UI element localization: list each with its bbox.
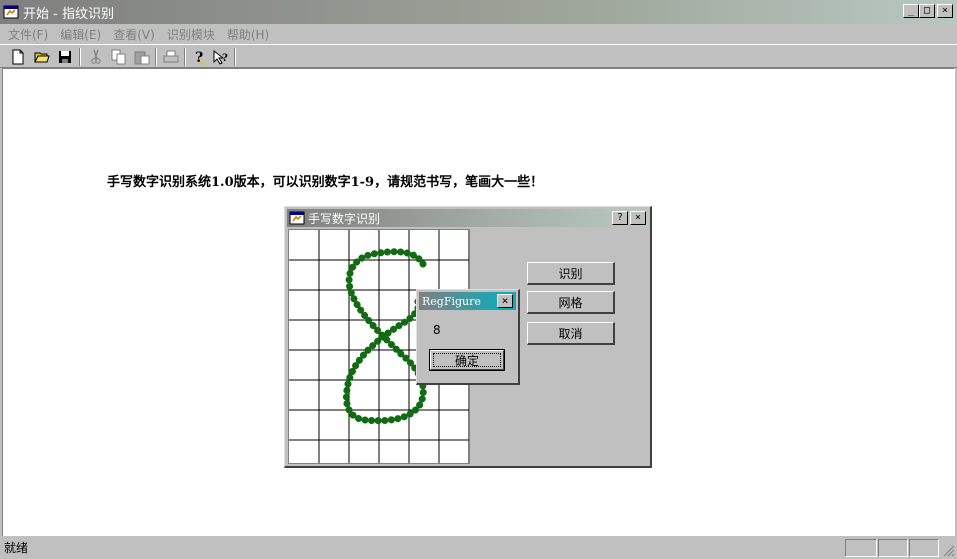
maximize-button[interactable]: □ (919, 4, 935, 18)
result-message-box: RegFigure × 8 确定 (416, 289, 520, 385)
paste-icon[interactable] (132, 47, 152, 67)
cancel-button[interactable]: 取消 (527, 322, 615, 345)
recognition-result: 8 (433, 323, 441, 337)
new-file-icon[interactable] (8, 47, 28, 67)
menu-bar: 文件(F) 编辑(E) 查看(V) 识别模块 帮助(H) (0, 24, 957, 44)
status-pane (909, 539, 939, 557)
grid-button[interactable]: 网格 (527, 291, 615, 314)
message-box-close-button[interactable]: × (497, 294, 513, 308)
dialog-title-bar[interactable]: 手写数字识别 ? × (287, 209, 648, 227)
toolbar: ? ? (0, 44, 957, 68)
menu-file[interactable]: 文件(F) (8, 26, 48, 43)
status-pane (878, 539, 908, 557)
menu-help[interactable]: 帮助(H) (227, 26, 269, 43)
toolbar-separator (79, 48, 81, 66)
window-title: 开始 - 指纹识别 (23, 6, 114, 22)
handwritten-digit-stroke (342, 248, 427, 425)
toolbar-separator (155, 48, 157, 66)
context-help-icon[interactable]: ? (211, 47, 231, 67)
toolbar-separator (234, 48, 236, 66)
dialog-help-button[interactable]: ? (612, 211, 628, 225)
help-icon[interactable]: ? (189, 47, 209, 67)
print-icon[interactable] (161, 47, 181, 67)
minimize-button[interactable]: _ (903, 4, 919, 18)
dialog-close-button[interactable]: × (630, 211, 646, 225)
resize-grip-icon[interactable] (943, 545, 955, 557)
copy-icon[interactable] (109, 47, 129, 67)
message-box-title-bar[interactable]: RegFigure × (419, 292, 516, 310)
menu-recognition-module[interactable]: 识别模块 (167, 26, 215, 43)
toolbar-separator (184, 48, 186, 66)
ok-button-label: 确定 (454, 353, 479, 368)
status-pane (845, 539, 877, 557)
menu-view[interactable]: 查看(V) (113, 26, 155, 43)
ok-button[interactable]: 确定 (429, 349, 505, 371)
close-button[interactable]: × (937, 4, 953, 18)
open-folder-icon[interactable] (32, 47, 52, 67)
app-icon (3, 4, 19, 20)
dialog-title: 手写数字识别 (308, 211, 381, 226)
svg-text:?: ? (222, 53, 228, 64)
status-bar: 就绪 (0, 536, 957, 559)
menu-edit[interactable]: 编辑(E) (60, 26, 101, 43)
save-icon[interactable] (55, 47, 75, 67)
instruction-text: 手写数字识别系统1.0版本，可以识别数字1-9，请规范书写，笔画大一些！ (107, 175, 544, 190)
main-title-bar[interactable]: 开始 - 指纹识别 _ □ × (0, 0, 957, 24)
cut-icon[interactable] (86, 47, 106, 67)
dialog-app-icon (289, 211, 305, 225)
recognize-button[interactable]: 识别 (527, 262, 615, 285)
status-text: 就绪 (4, 541, 29, 555)
message-box-title: RegFigure (422, 294, 481, 308)
